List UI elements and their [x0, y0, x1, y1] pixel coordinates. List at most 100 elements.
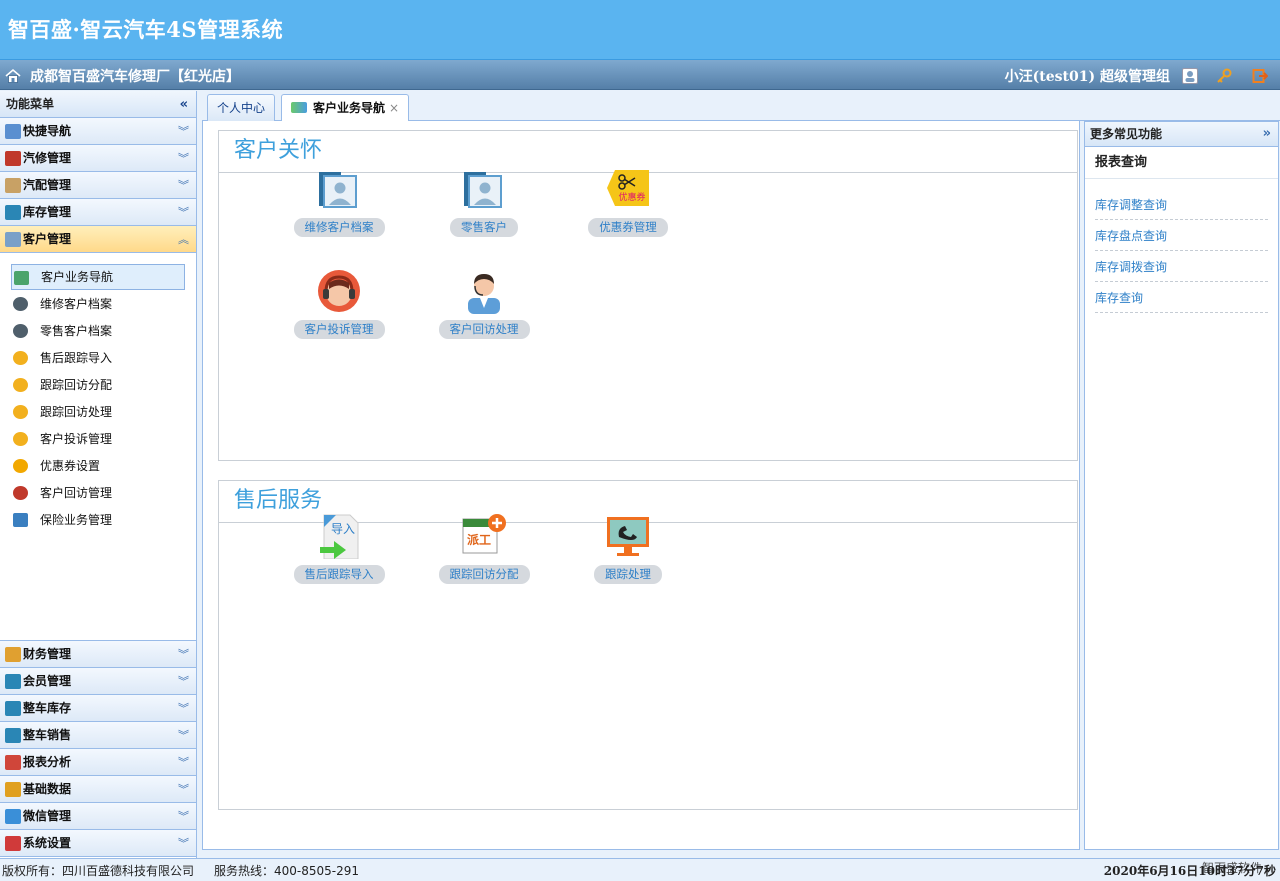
agent-icon	[461, 268, 507, 314]
chevron-down-icon[interactable]: ︾	[178, 145, 189, 172]
menu-group-bottom-0[interactable]: 财务管理 ︾	[0, 641, 196, 668]
chevron-down-icon[interactable]: ︾	[178, 118, 189, 145]
link-stock-transfer[interactable]: 库存调拨查询	[1095, 251, 1268, 282]
star-icon	[13, 351, 28, 365]
chevron-down-icon[interactable]: ︾	[178, 695, 189, 722]
submenu-item-0[interactable]: 客户业务导航	[11, 264, 185, 290]
main-content: 客户关怀 维修客户档案 零售客户 优惠券 优惠券管理 客户投诉管理 客户回访处理…	[202, 121, 1080, 850]
tile-retail-customer[interactable]: 零售客户	[414, 166, 554, 237]
submenu-label: 保险业务管理	[40, 513, 113, 527]
submenu-item-8[interactable]: 客户回访管理	[11, 480, 185, 507]
collapse-left-icon[interactable]: «	[180, 91, 188, 118]
folder-user-icon	[461, 166, 507, 212]
member-icon	[5, 674, 21, 689]
tile-coupon[interactable]: 优惠券 优惠券管理	[558, 166, 698, 237]
folder-user-icon	[316, 166, 362, 212]
star-icon	[13, 405, 28, 419]
chevron-down-icon[interactable]: ︾	[178, 830, 189, 857]
tile-label: 跟踪处理	[594, 565, 662, 584]
tile-tracking-import[interactable]: 导入 售后跟踪导入	[269, 513, 409, 584]
menu-group-top-3[interactable]: 库存管理 ︾	[0, 199, 196, 226]
close-icon[interactable]: ×	[389, 95, 399, 121]
submenu-item-4[interactable]: 跟踪回访分配	[11, 372, 185, 399]
menu-group-label: 整车库存	[23, 701, 72, 715]
submenu-label: 优惠券设置	[40, 459, 101, 473]
tile-callback-assign[interactable]: 派工 跟踪回访分配	[414, 513, 554, 584]
menu-group-label: 客户管理	[23, 232, 72, 246]
chevron-down-icon[interactable]: ︾	[178, 776, 189, 803]
menu-group-bottom-3[interactable]: 整车销售 ︾	[0, 722, 196, 749]
chevron-down-icon[interactable]: ︾	[178, 803, 189, 830]
menu-group-label: 系统设置	[23, 836, 72, 850]
tile-tracking-process[interactable]: 跟踪处理	[558, 513, 698, 584]
menu-group-top-0[interactable]: 快捷导航 ︾	[0, 118, 196, 145]
chevron-down-icon[interactable]: ︾	[178, 199, 189, 226]
chevron-down-icon[interactable]: ︾	[178, 641, 189, 668]
tile-label: 客户回访处理	[438, 320, 530, 339]
star-icon	[13, 432, 28, 446]
people-icon	[13, 297, 28, 311]
submenu-label: 跟踪回访分配	[40, 378, 113, 392]
submenu-label: 跟踪回访处理	[40, 405, 113, 419]
report-section-title: 报表查询	[1085, 147, 1278, 179]
map-icon	[291, 102, 307, 113]
submenu-item-5[interactable]: 跟踪回访处理	[11, 399, 185, 426]
menu-group-bottom-4[interactable]: 报表分析 ︾	[0, 749, 196, 776]
menu-group-label: 快捷导航	[23, 124, 72, 138]
logout-icon[interactable]	[1252, 68, 1269, 84]
wechat-icon	[5, 809, 21, 824]
chevron-down-icon[interactable]: ︾	[178, 668, 189, 695]
expand-right-icon[interactable]: »	[1263, 122, 1271, 146]
parts-icon	[5, 178, 21, 193]
left-menu: 功能菜单 « 快捷导航 ︾ 汽修管理 ︾ 汽配管理 ︾ 库存管理 ︾ 客户管理 ︽ 客户业务导航维…	[0, 91, 197, 858]
link-stock-query[interactable]: 库存查询	[1095, 282, 1268, 313]
user-info: 小汪(test01) 超级管理组	[1004, 69, 1170, 85]
submenu-label: 维修客户档案	[40, 297, 113, 311]
submenu-item-3[interactable]: 售后跟踪导入	[11, 345, 185, 372]
panel-customer-care: 客户关怀 维修客户档案 零售客户 优惠券 优惠券管理 客户投诉管理 客户回访处理	[218, 130, 1078, 461]
menu-group-bottom-5[interactable]: 基础数据 ︾	[0, 776, 196, 803]
dispatch-icon-text: 派工	[467, 533, 491, 547]
link-stock-count[interactable]: 库存盘点查询	[1095, 220, 1268, 251]
menu-group-top-4[interactable]: 客户管理 ︽	[0, 226, 196, 253]
menu-group-label: 汽修管理	[23, 151, 72, 165]
sliders-icon	[13, 513, 28, 527]
submenu-item-9[interactable]: 保险业务管理	[11, 507, 185, 534]
chevron-up-icon[interactable]: ︽	[178, 226, 189, 253]
tab-customer-nav[interactable]: 客户业务导航 ×	[281, 94, 410, 122]
import-icon: 导入	[316, 513, 362, 560]
tile-repair-customer[interactable]: 维修客户档案	[269, 166, 409, 237]
tile-callback[interactable]: 客户回访处理	[414, 268, 554, 339]
submenu-item-2[interactable]: 零售客户档案	[11, 318, 185, 345]
submenu-label: 售后跟踪导入	[40, 351, 113, 365]
customer-submenu: 客户业务导航 维修客户档案零售客户档案售后跟踪导入 跟踪回访分配 跟踪回访处理客户投诉…	[0, 253, 196, 641]
tile-complaint[interactable]: 客户投诉管理	[269, 268, 409, 339]
tile-label: 维修客户档案	[293, 218, 385, 237]
home-icon[interactable]	[4, 67, 22, 85]
key-icon[interactable]	[1216, 68, 1232, 84]
menu-group-bottom-6[interactable]: 微信管理 ︾	[0, 803, 196, 830]
copyright: 版权所有：四川百盛德科技有限公司	[2, 864, 195, 878]
settings-icon	[5, 836, 21, 851]
service-hotline: 服务热线：400-8505-291	[214, 864, 360, 878]
tile-label: 客户投诉管理	[293, 320, 385, 339]
map-icon	[14, 271, 29, 285]
profile-icon[interactable]	[1182, 68, 1198, 84]
chevron-down-icon[interactable]: ︾	[178, 172, 189, 199]
menu-group-top-2[interactable]: 汽配管理 ︾	[0, 172, 196, 199]
menu-group-bottom-1[interactable]: 会员管理 ︾	[0, 668, 196, 695]
chevron-down-icon[interactable]: ︾	[178, 749, 189, 776]
submenu-item-7[interactable]: 优惠券设置	[11, 453, 185, 480]
submenu-item-6[interactable]: 客户投诉管理	[11, 426, 185, 453]
pie-chart-icon	[5, 755, 21, 770]
submenu-item-1[interactable]: 维修客户档案	[11, 291, 185, 318]
phone-monitor-icon	[605, 513, 651, 559]
menu-group-top-1[interactable]: 汽修管理 ︾	[0, 145, 196, 172]
chevron-down-icon[interactable]: ︾	[178, 722, 189, 749]
menu-group-label: 财务管理	[23, 647, 72, 661]
menu-group-bottom-2[interactable]: 整车库存 ︾	[0, 695, 196, 722]
menu-group-bottom-7[interactable]: 系统设置 ︾	[0, 830, 196, 857]
submenu-label: 客户业务导航	[41, 270, 114, 284]
tab-personal-center[interactable]: 个人中心	[207, 94, 276, 121]
link-stock-adjust[interactable]: 库存调整查询	[1095, 189, 1268, 220]
